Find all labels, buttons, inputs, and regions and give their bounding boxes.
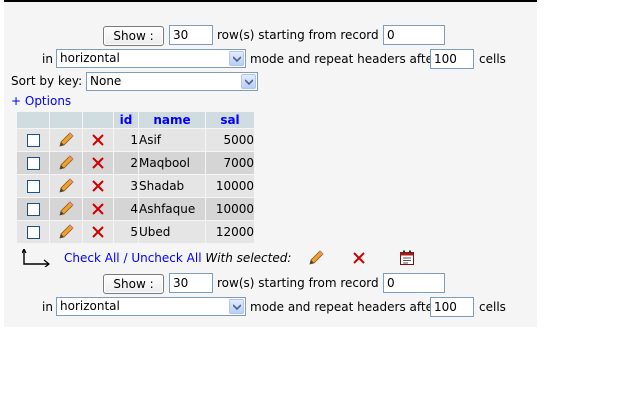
row-edit-cell [50, 175, 82, 197]
row-delete-cell [83, 129, 113, 151]
bulk-delete-icon[interactable] [352, 251, 366, 265]
delete-icon[interactable] [91, 179, 105, 193]
row-checkbox-cell [17, 198, 49, 220]
cell-id: 3 [114, 175, 138, 197]
rows-text-top: row(s) starting from record # [217, 28, 393, 42]
cell-name: Ubed [139, 221, 205, 243]
header-blank [17, 112, 49, 128]
cell-sal: 7000 [206, 152, 254, 174]
with-selected-label: With selected: [205, 251, 292, 265]
cell-name: Asif [139, 129, 205, 151]
row-checkbox[interactable] [26, 203, 40, 216]
mode-select-bottom[interactable]: horizontal [56, 297, 246, 316]
chevron-down-icon[interactable] [229, 299, 244, 314]
table-row[interactable]: 5 Ubed 12000 [17, 221, 254, 243]
top-border [4, 0, 537, 2]
cell-id: 2 [114, 152, 138, 174]
sort-select-value: None [90, 74, 122, 88]
row-edit-cell [50, 198, 82, 220]
table-header-row: id name sal [17, 112, 254, 128]
cell-sal: 5000 [206, 129, 254, 151]
row-checkbox-cell [17, 175, 49, 197]
cell-sal: 12000 [206, 221, 254, 243]
row-edit-cell [50, 152, 82, 174]
row-checkbox[interactable] [26, 134, 40, 147]
cells-text-top: cells [479, 52, 506, 66]
cells-text-bottom: cells [479, 300, 506, 314]
repeat-input-bottom[interactable]: 100 [430, 297, 474, 317]
rows-input-top[interactable]: 30 [169, 25, 213, 45]
arrow-up-left-icon [22, 249, 52, 267]
edit-pencil-icon[interactable] [57, 178, 75, 194]
edit-pencil-icon[interactable] [57, 224, 75, 240]
start-record-input-top[interactable]: 0 [383, 25, 445, 45]
delete-icon[interactable] [91, 202, 105, 216]
edit-pencil-icon[interactable] [57, 201, 75, 217]
check-all-link[interactable]: Check All [64, 251, 120, 265]
cell-id: 1 [114, 129, 138, 151]
bulk-export-icon[interactable] [399, 250, 415, 266]
row-checkbox[interactable] [26, 157, 40, 170]
browse-panel: Show : 30 row(s) starting from record # … [4, 0, 537, 327]
row-edit-cell [50, 129, 82, 151]
cell-name: Shadab [139, 175, 205, 197]
table-row[interactable]: 2 Maqbool 7000 [17, 152, 254, 174]
uncheck-all-link[interactable]: Uncheck All [131, 251, 201, 265]
delete-icon[interactable] [91, 133, 105, 147]
bulk-separator: / [123, 251, 128, 265]
table-row[interactable]: 1 Asif 5000 [17, 129, 254, 151]
start-record-input-bottom[interactable]: 0 [383, 273, 445, 293]
mode-select-top[interactable]: horizontal [56, 49, 246, 68]
column-header-sal[interactable]: sal [206, 112, 254, 128]
cell-sal: 10000 [206, 198, 254, 220]
table-row[interactable]: 3 Shadab 10000 [17, 175, 254, 197]
bulk-edit-pencil-icon[interactable] [307, 250, 325, 266]
row-checkbox-cell [17, 129, 49, 151]
cell-sal: 10000 [206, 175, 254, 197]
cell-name: Ashfaque [139, 198, 205, 220]
results-table: id name sal 1 Asif 5000 2 Maqbool 7000 3 Shadab… [16, 111, 255, 244]
repeat-text-bottom: mode and repeat headers after [250, 300, 438, 314]
repeat-text-top: mode and repeat headers after [250, 52, 438, 66]
header-blank [50, 112, 82, 128]
column-header-name[interactable]: name [139, 112, 205, 128]
chevron-down-icon[interactable] [241, 74, 256, 89]
chevron-down-icon[interactable] [229, 51, 244, 66]
sort-label: Sort by key: [11, 74, 83, 88]
show-button-top[interactable]: Show : [103, 26, 164, 46]
row-delete-cell [83, 198, 113, 220]
row-delete-cell [83, 175, 113, 197]
in-text-bottom: in [42, 300, 53, 314]
cell-id: 5 [114, 221, 138, 243]
delete-icon[interactable] [91, 225, 105, 239]
repeat-input-top[interactable]: 100 [430, 49, 474, 69]
sort-select[interactable]: None [86, 72, 258, 91]
rows-input-bottom[interactable]: 30 [169, 273, 213, 293]
row-checkbox-cell [17, 221, 49, 243]
cell-name: Maqbool [139, 152, 205, 174]
rows-text-bottom: row(s) starting from record # [217, 276, 393, 290]
table-row[interactable]: 4 Ashfaque 10000 [17, 198, 254, 220]
in-text-top: in [42, 52, 53, 66]
mode-select-top-value: horizontal [60, 51, 120, 65]
column-header-id[interactable]: id [114, 112, 138, 128]
row-delete-cell [83, 221, 113, 243]
show-button-bottom[interactable]: Show : [103, 274, 164, 294]
row-edit-cell [50, 221, 82, 243]
mode-select-bottom-value: horizontal [60, 299, 120, 313]
row-checkbox-cell [17, 152, 49, 174]
row-checkbox[interactable] [26, 226, 40, 239]
edit-pencil-icon[interactable] [57, 132, 75, 148]
row-checkbox[interactable] [26, 180, 40, 193]
cell-id: 4 [114, 198, 138, 220]
delete-icon[interactable] [91, 156, 105, 170]
header-blank [83, 112, 113, 128]
edit-pencil-icon[interactable] [57, 155, 75, 171]
row-delete-cell [83, 152, 113, 174]
options-link[interactable]: + Options [11, 94, 71, 108]
